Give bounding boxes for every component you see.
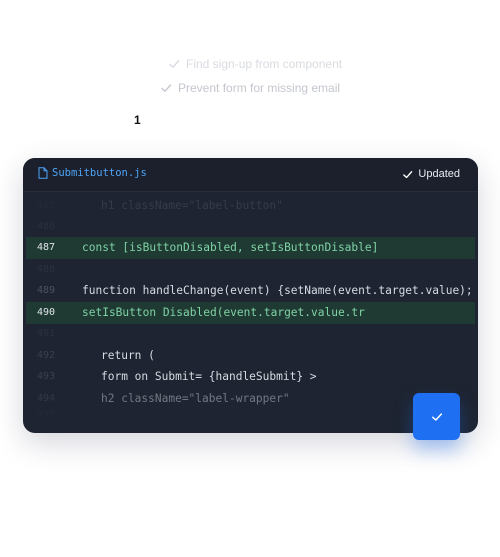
- file-name: Submitbutton.js: [52, 167, 147, 179]
- editor-header: Submitbutton.js Updated: [23, 158, 478, 192]
- line-number: 489: [37, 285, 56, 296]
- step-count: 1: [134, 113, 141, 127]
- code-editor: Submitbutton.js Updated 485 h1 className…: [23, 158, 478, 433]
- code-line: 486: [26, 216, 475, 238]
- line-text: return (: [101, 349, 155, 362]
- line-number: 485: [37, 200, 56, 211]
- checkmark-icon: [431, 412, 442, 421]
- checklist-item: Find sign-up from component: [168, 57, 342, 71]
- line-number: 495: [37, 409, 56, 420]
- line-number: 491: [37, 328, 56, 339]
- line-text: form on Submit= {handleSubmit} >: [101, 370, 317, 383]
- checklist-item-label: Prevent form for missing email: [178, 81, 341, 95]
- file-icon: [38, 167, 48, 179]
- code-line: 488: [26, 259, 475, 281]
- code-line-highlighted: 490 setIsButton Disabled(event.target.va…: [26, 302, 475, 324]
- status-indicator: Updated: [402, 168, 460, 180]
- confirm-button[interactable]: [413, 393, 460, 440]
- code-line: 495: [26, 404, 475, 426]
- line-number: 493: [37, 371, 56, 382]
- line-number: 486: [37, 221, 56, 232]
- line-text: setIsButton Disabled(event.target.value.…: [82, 306, 365, 319]
- line-number: 488: [37, 264, 56, 275]
- code-line: 485 h1 className="label-button": [26, 195, 475, 217]
- checklist-item-label: Find sign-up from component: [186, 57, 343, 71]
- check-icon: [161, 84, 172, 92]
- code-line: 491: [26, 323, 475, 345]
- line-number: 487: [37, 242, 56, 253]
- line-text: h1 className="label-button": [101, 199, 283, 212]
- file-tab[interactable]: Submitbutton.js: [38, 167, 147, 179]
- code-line-highlighted: 487 const [isButtonDisabled, setIsButton…: [26, 237, 475, 259]
- code-line: 492 return (: [26, 345, 475, 367]
- status-label: Updated: [418, 168, 460, 180]
- code-line: 493 form on Submit= {handleSubmit} >: [26, 366, 475, 388]
- code-line: 489 function handleChange(event) {setNam…: [26, 280, 475, 302]
- line-number: 492: [37, 350, 56, 361]
- line-number: 490: [37, 307, 56, 318]
- line-text: function handleChange(event) {setName(ev…: [82, 284, 473, 297]
- check-icon: [403, 170, 413, 178]
- line-text: const [isButtonDisabled, setIsButtonDisa…: [82, 241, 379, 254]
- checklist-item: Prevent form for missing email: [160, 81, 340, 95]
- check-icon: [169, 60, 180, 68]
